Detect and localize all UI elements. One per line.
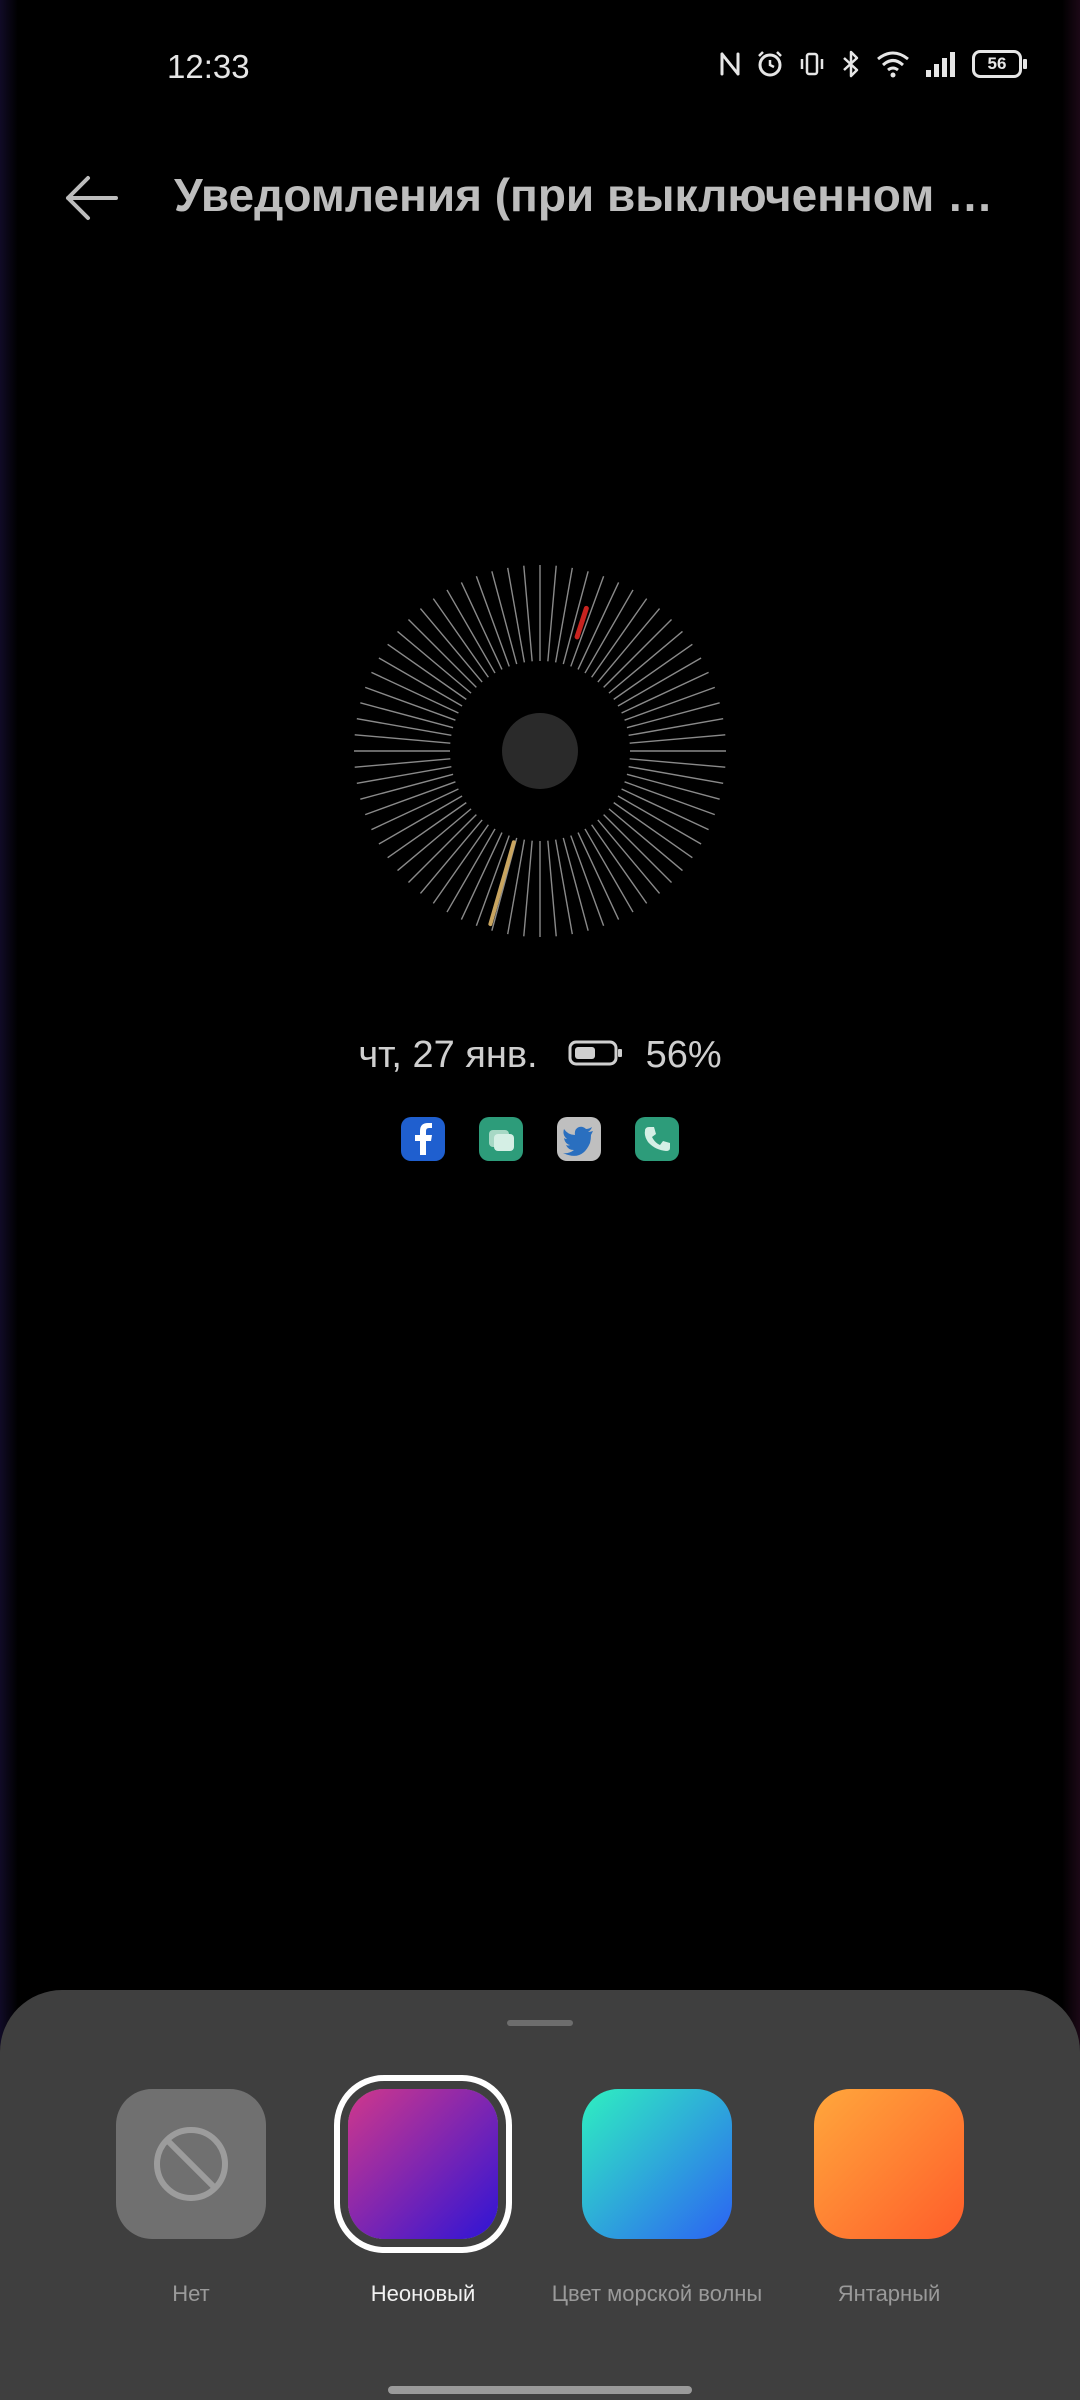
clock-tick [562,837,589,931]
clock-face [354,565,726,937]
clock-tick [591,824,648,904]
clock-tick [523,565,533,662]
clock-tick [626,773,720,800]
back-button[interactable] [62,170,124,226]
swatch-neon[interactable] [348,2089,498,2239]
clock-tick [432,598,489,678]
swatch-none[interactable] [116,2089,266,2239]
clock-tick [407,814,477,884]
option-neon[interactable]: Неоновый [348,2089,498,2306]
clock-tick [570,575,605,667]
alarm-icon [756,50,784,78]
clock-tick [597,608,661,683]
battery-level: 56 [987,54,1007,73]
clock-tick [628,718,724,737]
status-icons: 56 [718,50,1027,78]
clock-tick [387,802,467,859]
clock-tick [547,565,557,662]
gesture-nav-bar[interactable] [388,2386,692,2394]
battery-percent: 56% [645,1034,722,1076]
swatch-aqua[interactable] [582,2089,732,2239]
clock-tick [491,571,518,665]
option-label-amber: Янтарный [837,2281,941,2306]
messages-icon [479,1117,523,1161]
signal-icon [924,50,958,78]
clock-tick [356,718,452,737]
battery-outline-icon [568,1034,624,1077]
clock-tick [432,824,489,904]
bluetooth-icon [840,50,862,78]
color-picker-sheet: Нет Неоновый Цвет морской волны Янтарный [0,1990,1080,2400]
clock-tick [613,643,693,700]
clock-tick [354,734,451,744]
arrow-left-icon [66,176,118,220]
page-title: Уведомления (при выключенном экране) [174,169,1014,221]
clock-tick [628,765,724,784]
phone-icon [635,1117,679,1161]
status-time: 12:33 [167,48,250,85]
clock-tick [603,618,673,688]
option-amber[interactable]: Янтарный [814,2089,964,2306]
status-bar: 12:33 56 [0,0,1080,136]
swatch-amber[interactable] [814,2089,964,2239]
clock-tick [360,773,454,800]
notification-icons [0,1117,1080,1161]
clock-tick [387,643,467,700]
battery-icon: 56 [972,50,1027,78]
clock-tick [608,808,683,872]
clock-tick [419,608,483,683]
clock-tick [629,734,726,744]
clock-tick [475,575,510,667]
clock-tick [554,839,573,935]
clock-minute-hand [574,605,589,640]
clock-tick [356,765,452,784]
clock-tick [364,686,456,721]
clock-tick [407,618,477,688]
clock-tick [591,598,648,678]
clock-tick [364,781,456,816]
clock-tick [570,835,605,927]
clock-tick [613,802,693,859]
twitter-icon [557,1117,601,1161]
facebook-icon [401,1117,445,1161]
clock-tick [608,630,683,694]
clock-tick [626,702,720,729]
option-aqua[interactable]: Цвет морской волны [552,2089,762,2306]
clock-tick [397,630,472,694]
clock-tick [624,781,716,816]
clock-tick [554,567,573,663]
option-none[interactable]: Нет [116,2089,266,2306]
clock-tick [629,758,726,768]
clock-tick [354,758,451,768]
clock-tick [597,819,661,894]
nfc-icon [718,50,742,78]
vibrate-icon [798,50,826,78]
clock-tick [360,702,454,729]
clock-tick [419,819,483,894]
sheet-drag-handle[interactable] [507,2020,573,2026]
date-row: чт, 27 янв. 56% [0,1034,1080,1077]
clock-tick [547,840,557,937]
date-text: чт, 27 янв. [358,1034,538,1076]
prohibited-icon [154,2127,228,2201]
clock-tick [523,840,533,937]
clock-tick [603,814,673,884]
clock-tick [624,686,716,721]
clock-tick [397,808,472,872]
clock-center [502,713,578,789]
clock-tick [507,567,526,663]
wifi-icon [876,50,910,78]
